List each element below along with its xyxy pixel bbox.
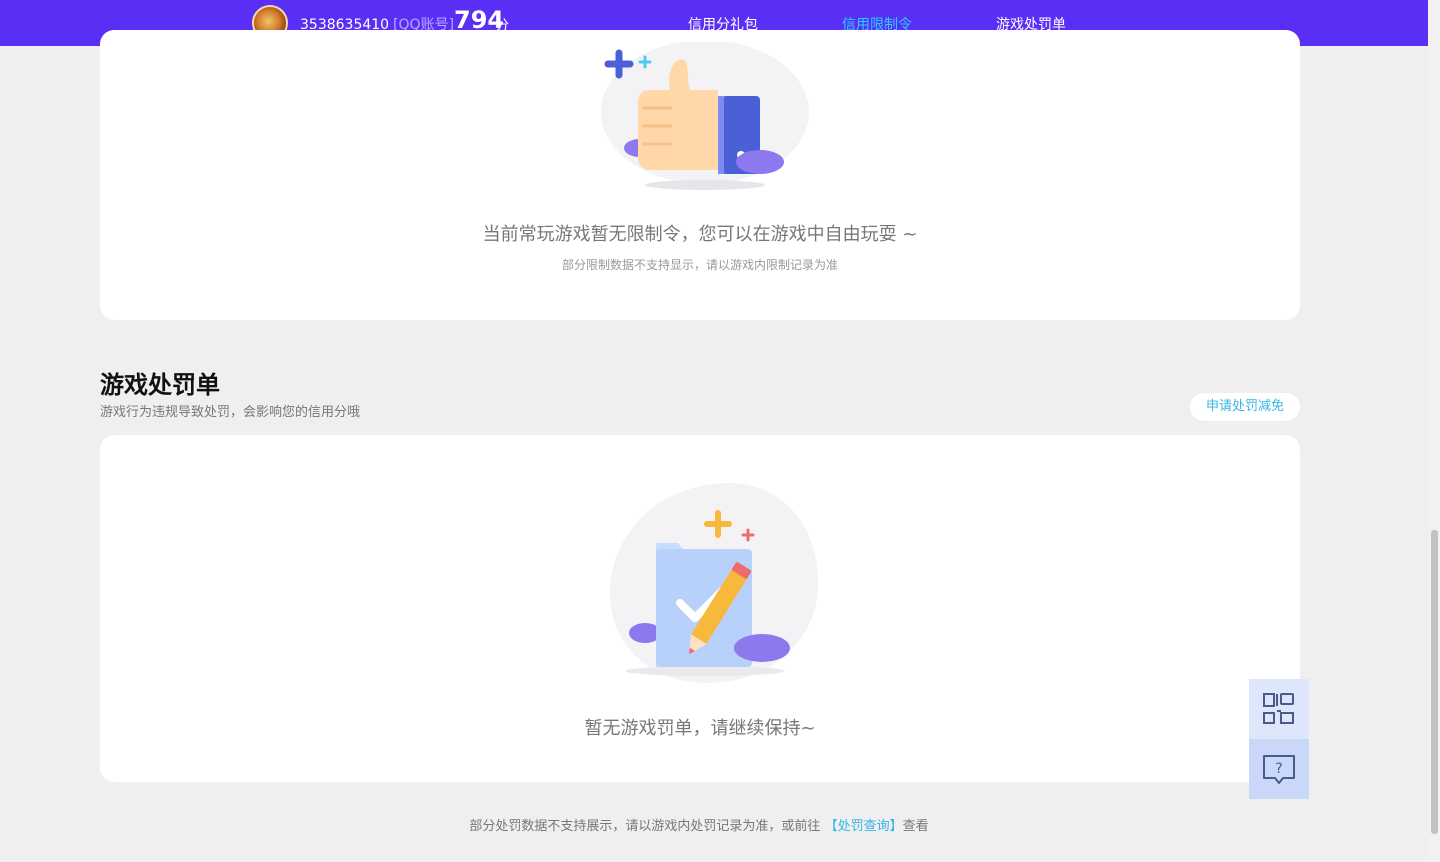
restriction-card: 当前常玩游戏暂无限制令，您可以在游戏中自由玩耍 ~ 部分限制数据不支持显示，请以… [100, 30, 1300, 320]
qr-code-icon [1263, 693, 1294, 724]
penalty-card: 暂无游戏罚单，请继续保持~ [100, 435, 1300, 782]
page-scrollbar-thumb[interactable] [1431, 530, 1438, 834]
penalty-footer-note: 部分处罚数据不支持展示，请以游戏内处罚记录为准，或前往 【处罚查询】查看 [0, 815, 1398, 834]
restriction-empty-message: 当前常玩游戏暂无限制令，您可以在游戏中自由玩耍 ~ [482, 224, 918, 245]
penalty-section-title: 游戏处罚单 [100, 371, 220, 399]
penalty-empty-message: 暂无游戏罚单，请继续保持~ [584, 718, 816, 739]
restriction-note: 部分限制数据不支持显示，请以游戏内限制记录为准 [561, 258, 838, 272]
footer-text-after: 查看 [902, 819, 929, 834]
qr-code-button[interactable] [1249, 679, 1309, 739]
help-chat-icon: ? [1263, 755, 1295, 784]
penalty-query-link[interactable]: 【处罚查询】 [825, 819, 903, 834]
penalty-section-subtitle: 游戏行为违规导致处罚，会影响您的信用分哦 [100, 405, 361, 420]
thumbs-up-illustration [601, 42, 809, 190]
checklist-pencil-illustration [610, 483, 818, 683]
footer-text: 部分处罚数据不支持展示，请以游戏内处罚记录为准，或前往 [469, 819, 821, 834]
help-button[interactable]: ? [1249, 739, 1309, 799]
svg-text:?: ? [1275, 761, 1282, 777]
apply-penalty-reduction-button[interactable]: 申请处罚减免 [1190, 393, 1300, 421]
